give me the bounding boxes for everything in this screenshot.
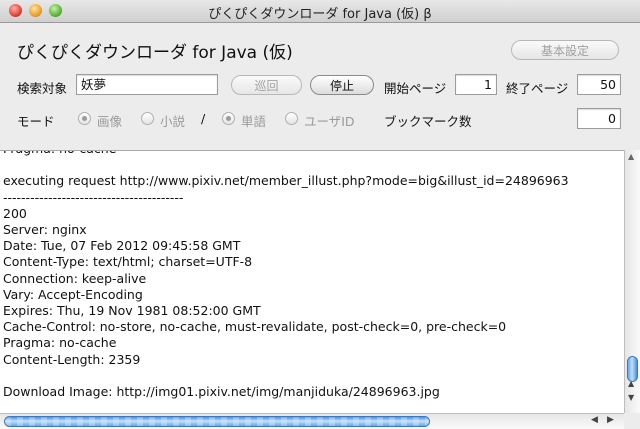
log-line: Content-Type: text/html; charset=UTF-8 <box>3 254 253 270</box>
log-line: Pragma: no-cache <box>3 151 569 157</box>
start-page-label: 開始ページ <box>384 81 447 96</box>
mode-novel-label: 小説 <box>160 114 186 129</box>
mode-image-radio[interactable] <box>78 112 91 125</box>
log-line: executing request http://www.pixiv.net/m… <box>3 173 569 189</box>
title-bar[interactable]: ぴくぴくダウンローダ for Java (仮) β <box>0 0 640 23</box>
scroll-right-arrow-icon[interactable]: ▶ <box>607 415 614 425</box>
stop-button[interactable]: 停止 <box>310 75 374 95</box>
scroll-corner <box>624 413 640 429</box>
mode-novel-radio[interactable] <box>141 112 154 125</box>
log-lines: Pragma: no-cache executing request http:… <box>3 151 569 400</box>
settings-button[interactable]: 基本設定 <box>511 40 619 60</box>
mode-image-label: 画像 <box>97 114 123 129</box>
app-title: ぴくぴくダウンローダ for Java (仮) <box>17 43 293 63</box>
log-output[interactable]: Pragma: no-cache executing request http:… <box>0 150 624 414</box>
mode-word-radio[interactable] <box>222 112 235 125</box>
mode-separator: / <box>201 111 206 126</box>
log-line: Download Image: http://img01.pixiv.net/i… <box>3 384 440 400</box>
search-target-input[interactable]: 妖夢 <box>76 74 218 95</box>
mode-word-label: 単語 <box>241 114 267 129</box>
log-line: Server: nginx <box>3 222 87 238</box>
scroll-up-hint-icon: ▲ <box>628 152 635 161</box>
bookmark-count-input[interactable]: 0 <box>577 108 621 129</box>
window-title: ぴくぴくダウンローダ for Java (仮) β <box>208 7 432 22</box>
log-line: ---------------------------------------- <box>3 189 184 205</box>
log-line: 200 <box>3 205 27 221</box>
horizontal-scroll-thumb[interactable] <box>4 416 430 427</box>
log-line: Date: Tue, 07 Feb 2012 09:45:58 GMT <box>3 238 241 254</box>
log-line: Cache-Control: no-store, no-cache, must-… <box>3 319 507 335</box>
mode-userid-radio[interactable] <box>285 112 298 125</box>
end-page-input[interactable]: 50 <box>577 74 621 95</box>
log-line: Pragma: no-cache <box>3 335 117 351</box>
log-line: Content-Length: 2359 <box>3 351 141 367</box>
search-target-label: 検索対象 <box>17 81 68 96</box>
mode-userid-label: ユーザID <box>304 114 355 129</box>
patrol-button[interactable]: 巡回 <box>231 75 302 95</box>
scroll-left-arrow-icon[interactable]: ◀ <box>591 415 598 425</box>
log-line: Connection: keep-alive <box>3 270 147 286</box>
vertical-scrollbar[interactable]: ▲ ▲ ▼ <box>624 150 640 413</box>
end-page-label: 終了ページ <box>506 81 569 96</box>
horizontal-scrollbar[interactable]: ◀ ▶ <box>0 413 624 429</box>
log-line: Expires: Thu, 19 Nov 1981 08:52:00 GMT <box>3 303 261 319</box>
mode-label: モード <box>17 114 55 129</box>
app-window: ぴくぴくダウンローダ for Java (仮) β ぴくぴくダウンローダ for… <box>0 0 640 429</box>
start-page-input[interactable]: 1 <box>455 74 497 95</box>
log-line: Vary: Accept-Encoding <box>3 286 143 302</box>
scroll-down-arrow-icon[interactable]: ▼ <box>628 393 634 402</box>
scroll-up-arrow-icon[interactable]: ▲ <box>628 379 634 388</box>
bookmark-count-label: ブックマーク数 <box>384 114 472 129</box>
